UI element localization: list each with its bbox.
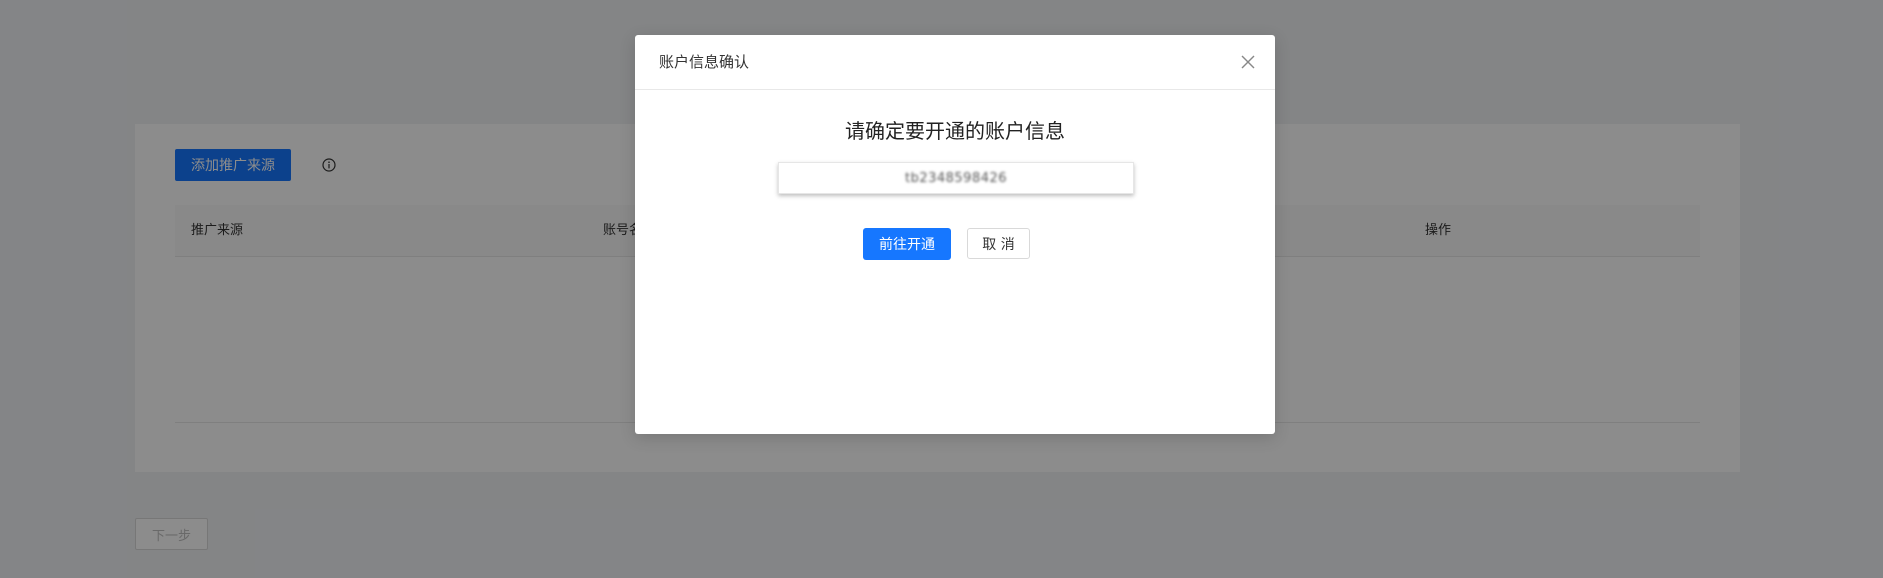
account-confirm-modal: 账户信息确认 请确定要开通的账户信息 tb23485984​26 前往开通 取 …	[635, 35, 1275, 434]
confirm-heading: 请确定要开通的账户信息	[845, 119, 1065, 143]
account-info-box: tb23485984​26	[778, 162, 1134, 194]
cancel-button[interactable]: 取 消	[967, 228, 1030, 259]
go-activate-button[interactable]: 前往开通	[863, 228, 951, 260]
close-icon[interactable]	[1239, 53, 1257, 71]
modal-header: 账户信息确认	[635, 35, 1275, 90]
modal-title: 账户信息确认	[659, 53, 750, 71]
account-value: tb23485984​26	[904, 170, 1008, 186]
